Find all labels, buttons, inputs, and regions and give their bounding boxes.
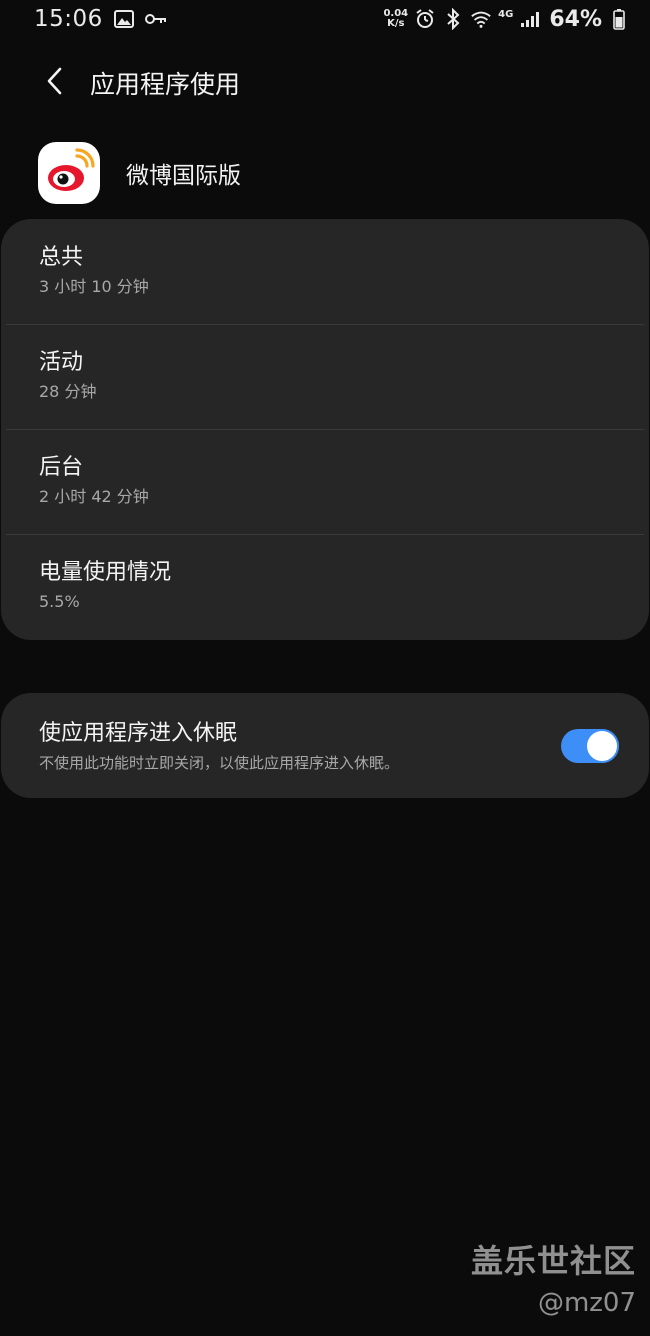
- image-icon: [113, 8, 135, 30]
- net-speed: 0.04 K/s: [383, 9, 408, 29]
- usage-item-active: 活动 28 分钟: [1, 324, 649, 429]
- app-info-row: 微博国际版: [0, 140, 650, 206]
- sleep-description: 不使用此功能时立即关闭，以使此应用程序进入休眠。: [39, 753, 400, 772]
- usage-value: 2 小时 42 分钟: [39, 487, 149, 506]
- watermark: 盖乐世社区 @mz07: [471, 1236, 636, 1318]
- usage-item-battery[interactable]: 电量使用情况 5.5%: [1, 534, 649, 639]
- page-title: 应用程序使用: [90, 70, 241, 99]
- chevron-left-icon: [44, 66, 66, 100]
- bluetooth-icon: [442, 8, 464, 30]
- back-button[interactable]: [30, 58, 80, 108]
- usage-item-total: 总共 3 小时 10 分钟: [1, 219, 649, 324]
- status-time: 15:06: [34, 6, 103, 32]
- signal-icon: [519, 8, 541, 30]
- status-bar-left: 15:06: [34, 6, 167, 32]
- status-bar: 15:06 0.04 K/s 4G 64%: [0, 0, 650, 38]
- usage-card: 总共 3 小时 10 分钟 活动 28 分钟 后台 2 小时 42 分钟 电量使…: [1, 219, 649, 640]
- screen: 15:06 0.04 K/s 4G 64% 应用程序使用 微博国际版 总共 3 …: [0, 0, 650, 1336]
- net-speed-unit: K/s: [387, 18, 405, 29]
- usage-value: 28 分钟: [39, 382, 97, 401]
- app-name: 微博国际版: [126, 163, 241, 189]
- usage-label: 总共: [39, 245, 84, 270]
- battery-percent: 64%: [549, 6, 602, 32]
- key-icon: [144, 8, 167, 30]
- toggle-knob: [585, 728, 619, 763]
- watermark-user: @mz07: [537, 1288, 636, 1318]
- network-type-label: 4G: [498, 8, 514, 20]
- usage-value: 3 小时 10 分钟: [39, 277, 149, 296]
- sleep-toggle[interactable]: [561, 728, 619, 763]
- watermark-site: 盖乐世社区: [470, 1242, 636, 1280]
- weibo-logo-icon: [38, 142, 100, 204]
- sleep-setting-row[interactable]: 使应用程序进入休眠 不使用此功能时立即关闭，以使此应用程序进入休眠。: [1, 693, 649, 798]
- usage-label: 活动: [39, 350, 84, 375]
- wifi-icon: [470, 8, 492, 30]
- usage-label: 电量使用情况: [39, 560, 172, 585]
- app-bar: 应用程序使用: [0, 52, 650, 114]
- sleep-title: 使应用程序进入休眠: [39, 720, 238, 746]
- sleep-card: 使应用程序进入休眠 不使用此功能时立即关闭，以使此应用程序进入休眠。: [1, 693, 649, 798]
- battery-icon: [608, 8, 630, 30]
- usage-value: 5.5%: [39, 592, 80, 611]
- sleep-text: 使应用程序进入休眠 不使用此功能时立即关闭，以使此应用程序进入休眠。: [39, 719, 399, 773]
- alarm-icon: [414, 8, 436, 30]
- usage-label: 后台: [39, 455, 84, 480]
- usage-item-background: 后台 2 小时 42 分钟: [1, 429, 649, 534]
- status-bar-right: 0.04 K/s 4G 64%: [383, 7, 630, 32]
